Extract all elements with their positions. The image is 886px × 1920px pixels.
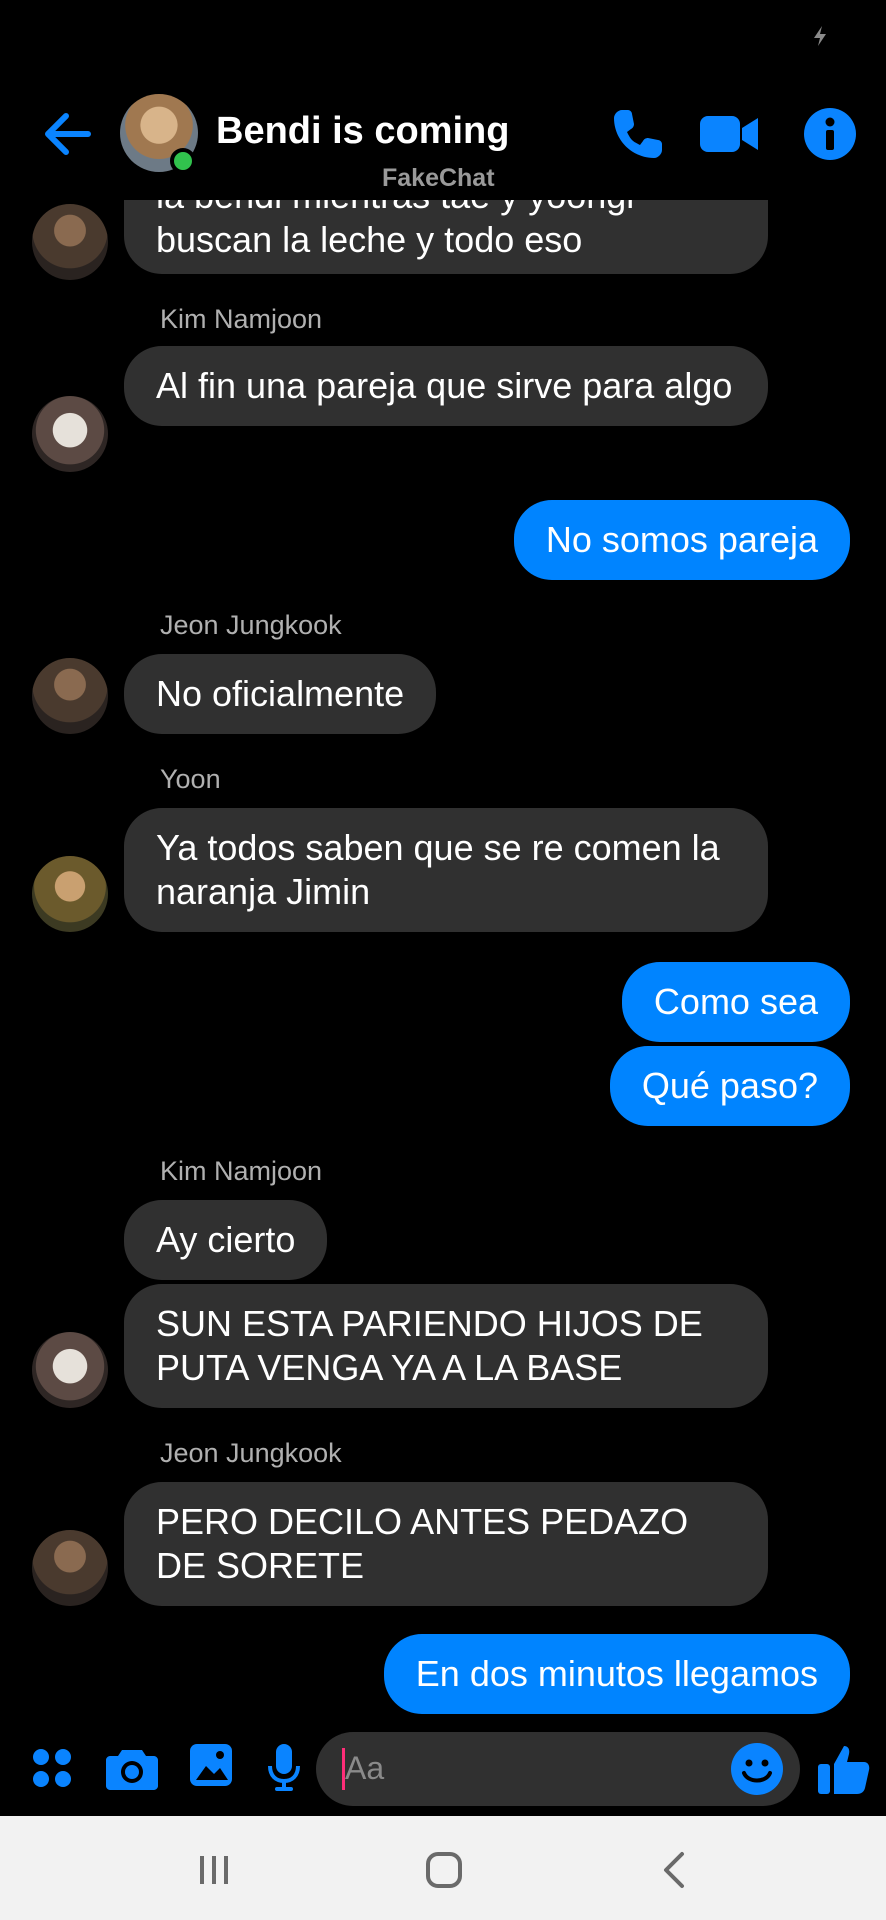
thumbs-up-icon[interactable] bbox=[816, 1740, 872, 1796]
emoji-icon[interactable] bbox=[730, 1742, 784, 1796]
sender-name: Jeon Jungkook bbox=[160, 1438, 342, 1468]
message-bubble-outgoing[interactable]: Qué paso? bbox=[609, 1046, 850, 1126]
message-bubble-outgoing[interactable]: Como sea bbox=[621, 962, 850, 1042]
avatar-jeon-jungkook[interactable] bbox=[32, 204, 108, 280]
avatar-kim-namjoon[interactable] bbox=[32, 396, 108, 472]
back-icon[interactable] bbox=[660, 1850, 690, 1890]
apps-icon[interactable] bbox=[30, 1746, 74, 1790]
online-status-dot bbox=[170, 148, 196, 174]
avatar-jeon-jungkook[interactable] bbox=[32, 658, 108, 734]
phone-icon[interactable] bbox=[608, 104, 668, 164]
avatar-yoon[interactable] bbox=[32, 856, 108, 932]
message-bubble-outgoing[interactable]: No somos pareja bbox=[513, 500, 850, 580]
back-arrow-icon[interactable] bbox=[36, 104, 96, 164]
message-input[interactable] bbox=[316, 1732, 800, 1806]
sender-name: Yoon bbox=[160, 764, 221, 794]
message-input-placeholder[interactable]: Aa bbox=[345, 1750, 384, 1787]
sender-name: Jeon Jungkook bbox=[160, 610, 342, 640]
message-bubble-incoming[interactable]: la bendi mientras tae y yoongi buscan la… bbox=[124, 200, 768, 274]
message-bubble-incoming[interactable]: No oficialmente bbox=[124, 654, 437, 734]
watermark: FakeChat bbox=[382, 164, 495, 192]
message-bubble-incoming[interactable]: SUN ESTA PARIENDO HIJOS DE PUTA VENGA YA… bbox=[124, 1284, 768, 1408]
info-icon[interactable] bbox=[802, 106, 858, 162]
video-camera-icon[interactable] bbox=[698, 104, 762, 164]
microphone-icon[interactable] bbox=[266, 1742, 302, 1792]
charging-icon bbox=[814, 26, 826, 46]
sender-name: Kim Namjoon bbox=[160, 1156, 323, 1186]
message-bubble-outgoing[interactable]: En dos minutos llegamos bbox=[383, 1634, 850, 1714]
message-bubble-incoming[interactable]: Ay cierto bbox=[124, 1200, 328, 1280]
avatar-jeon-jungkook[interactable] bbox=[32, 1530, 108, 1606]
avatar-kim-namjoon[interactable] bbox=[32, 1332, 108, 1408]
sender-name: Kim Namjoon bbox=[160, 304, 323, 334]
message-bubble-incoming[interactable]: PERO DECILO ANTES PEDAZO DE SORETE bbox=[124, 1482, 768, 1606]
chat-title[interactable]: Bendi is coming bbox=[216, 110, 509, 153]
message-bubble-incoming[interactable]: Ya todos saben que se re comen la naranj… bbox=[124, 808, 768, 932]
message-bubble-incoming[interactable]: Al fin una pareja que sirve para algo bbox=[124, 346, 768, 426]
recent-apps-icon[interactable] bbox=[196, 1852, 232, 1888]
message-list[interactable]: la bendi mientras tae y yoongi buscan la… bbox=[0, 200, 886, 1720]
image-icon[interactable] bbox=[188, 1742, 234, 1788]
camera-icon[interactable] bbox=[106, 1744, 158, 1792]
home-icon[interactable] bbox=[424, 1850, 464, 1890]
